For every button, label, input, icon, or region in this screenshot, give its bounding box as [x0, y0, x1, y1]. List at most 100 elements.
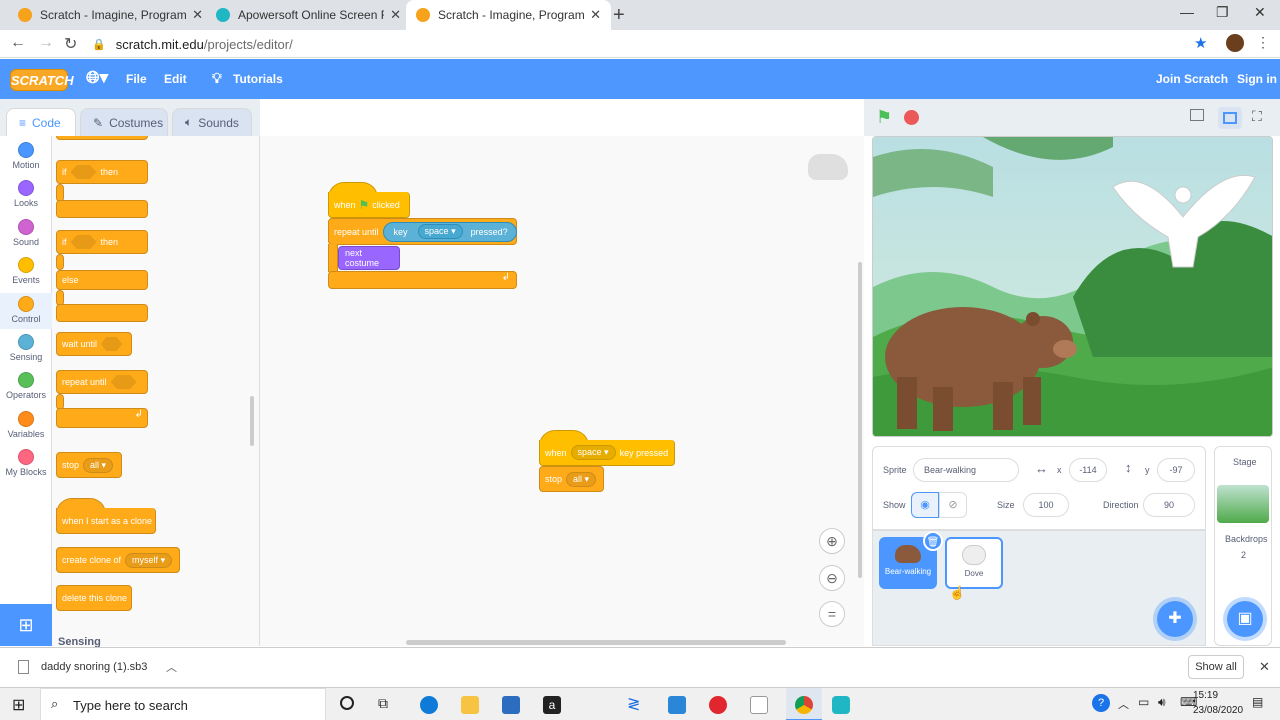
show-all-button[interactable]: Show all: [1188, 655, 1244, 679]
when-flag-clicked-block[interactable]: when ⚑ clicked: [328, 192, 410, 218]
maximize-icon[interactable]: ❐: [1216, 4, 1229, 21]
back-icon[interactable]: ←: [10, 34, 26, 52]
choose-backdrop-button[interactable]: ▣: [1227, 601, 1263, 637]
sprite-name-field[interactable]: Bear-walking: [913, 458, 1019, 482]
palette-stop-block[interactable]: stop all ▾: [56, 452, 122, 478]
key-pressed-sensing-block[interactable]: key space ▾ pressed?: [382, 221, 517, 242]
stage-target-panel[interactable]: Stage Backdrops 2 ▣: [1214, 446, 1272, 646]
sprite-tile-dove[interactable]: Dove: [945, 537, 1003, 589]
when-key-pressed-block[interactable]: when space ▾ key pressed: [539, 440, 675, 466]
menu-kebab-icon[interactable]: ⋮: [1256, 34, 1270, 51]
category-looks[interactable]: Looks: [0, 180, 52, 208]
sign-in-link[interactable]: Sign in: [1237, 72, 1277, 86]
small-stage-icon[interactable]: [1190, 109, 1204, 121]
visual-studio-icon[interactable]: ≷: [627, 696, 645, 714]
palette-delete-clone-block[interactable]: delete this clone: [56, 585, 132, 611]
tab-costumes[interactable]: ✎ Costumes: [80, 108, 168, 136]
browser-tab-2[interactable]: Apowersoft Online Screen Recor ✕: [206, 0, 411, 30]
fullscreen-icon[interactable]: ⛶: [1252, 108, 1262, 125]
category-variables[interactable]: Variables: [0, 411, 52, 439]
close-icon[interactable]: ✕: [1259, 659, 1270, 675]
browser-tab-3[interactable]: Scratch - Imagine, Program, Shar ✕: [406, 0, 611, 30]
windows-start-icon[interactable]: ⊞: [12, 695, 25, 715]
join-scratch-link[interactable]: Join Scratch: [1156, 72, 1228, 86]
close-icon[interactable]: ✕: [390, 7, 401, 23]
palette-scrollbar[interactable]: [250, 396, 254, 446]
edge-icon[interactable]: [420, 696, 438, 714]
file-explorer-icon[interactable]: [461, 696, 479, 714]
file-menu[interactable]: File: [126, 72, 147, 86]
delete-sprite-button[interactable]: 🗑︎: [923, 531, 943, 551]
size-field[interactable]: 100: [1023, 493, 1069, 517]
window-close-icon[interactable]: ✕: [1254, 4, 1266, 21]
large-stage-button[interactable]: [1218, 107, 1242, 129]
close-icon[interactable]: ✕: [192, 7, 203, 23]
mail-icon[interactable]: [668, 696, 686, 714]
add-extension-button[interactable]: ⊞: [0, 604, 52, 646]
apowersoft-icon[interactable]: [832, 696, 850, 714]
tray-chevron-icon[interactable]: ︿: [1118, 696, 1129, 712]
amazon-icon[interactable]: a: [543, 696, 561, 714]
palette-create-clone-block[interactable]: create clone of myself ▾: [56, 547, 180, 573]
scratch-logo[interactable]: SCRATCH: [10, 69, 74, 91]
green-flag-icon[interactable]: ⚑: [876, 107, 892, 128]
choose-sprite-button[interactable]: ✚: [1157, 601, 1193, 637]
zoom-out-button[interactable]: ⊖: [819, 565, 845, 591]
category-events[interactable]: Events: [0, 257, 52, 285]
download-filename[interactable]: daddy snoring (1).sb3: [41, 661, 147, 673]
close-icon[interactable]: ✕: [590, 7, 601, 23]
browser-tab-1[interactable]: Scratch - Imagine, Program, Shar ✕: [8, 0, 213, 30]
new-tab-icon[interactable]: +: [613, 4, 625, 27]
chevron-up-icon[interactable]: ︿: [166, 659, 177, 675]
tab-code[interactable]: ≡ Code: [6, 108, 76, 136]
category-my-blocks[interactable]: My Blocks: [0, 449, 52, 477]
notification-icon[interactable]: ▤: [1252, 695, 1263, 709]
stop-dropdown[interactable]: all ▾: [83, 457, 114, 473]
y-field[interactable]: -97: [1157, 458, 1195, 482]
clock-date[interactable]: 23/08/2020: [1193, 705, 1243, 716]
code-workspace[interactable]: when ⚑ clicked repeat until key space ▾ …: [260, 136, 864, 646]
workspace-horizontal-scrollbar[interactable]: [406, 640, 786, 645]
taskbar-search-box[interactable]: ⌕ Type here to search: [40, 688, 326, 720]
notepad-icon[interactable]: [750, 696, 768, 714]
palette-if-else-block[interactable]: if then: [56, 230, 148, 254]
key-dropdown[interactable]: space ▾: [570, 445, 616, 460]
edit-menu[interactable]: Edit: [164, 72, 187, 86]
stop-sign-icon[interactable]: [904, 110, 919, 125]
show-visible-button[interactable]: ◉: [911, 492, 939, 518]
battery-icon[interactable]: ▭: [1138, 695, 1149, 709]
task-view-icon[interactable]: ⧉: [378, 695, 388, 712]
palette-repeat-until-block[interactable]: repeat until: [56, 370, 148, 394]
tab-sounds[interactable]: 🔈︎ Sounds: [172, 108, 252, 136]
chrome-taskbar-button[interactable]: [786, 688, 822, 720]
show-hidden-button[interactable]: ⊘: [939, 492, 967, 518]
stage-canvas[interactable]: [872, 136, 1273, 437]
store-icon[interactable]: [502, 696, 520, 714]
forward-icon[interactable]: →: [38, 34, 54, 52]
category-operators[interactable]: Operators: [0, 372, 52, 400]
language-globe-icon[interactable]: 🌐︎▾: [86, 68, 108, 88]
reload-icon[interactable]: ↻: [64, 34, 77, 54]
stop-all-block[interactable]: stop all ▾: [539, 466, 604, 492]
workspace-vertical-scrollbar[interactable]: [858, 262, 862, 578]
minimize-icon[interactable]: —: [1180, 4, 1194, 20]
direction-field[interactable]: 90: [1143, 493, 1195, 517]
url-field[interactable]: 🔒 scratch.mit.edu/projects/editor/: [92, 32, 1222, 56]
tutorials-menu[interactable]: Tutorials: [233, 72, 283, 86]
next-costume-block[interactable]: next costume: [338, 246, 400, 270]
palette-block-partial[interactable]: [56, 136, 148, 140]
profile-avatar[interactable]: [1226, 34, 1244, 52]
help-icon[interactable]: ?: [1092, 694, 1110, 712]
opera-icon[interactable]: [709, 696, 727, 714]
bookmark-star-icon[interactable]: ★: [1194, 34, 1207, 52]
volume-icon[interactable]: 🔊︎: [1158, 695, 1166, 710]
zoom-in-button[interactable]: ⊕: [819, 528, 845, 554]
category-motion[interactable]: Motion: [0, 142, 52, 170]
palette-if-then-block[interactable]: if then: [56, 160, 148, 184]
key-dropdown[interactable]: space ▾: [417, 224, 463, 239]
x-field[interactable]: -114: [1069, 458, 1107, 482]
category-sound[interactable]: Sound: [0, 219, 52, 247]
palette-start-as-clone-block[interactable]: when I start as a clone: [56, 508, 156, 534]
category-control[interactable]: Control: [0, 293, 52, 329]
stop-dropdown[interactable]: all ▾: [566, 471, 597, 487]
